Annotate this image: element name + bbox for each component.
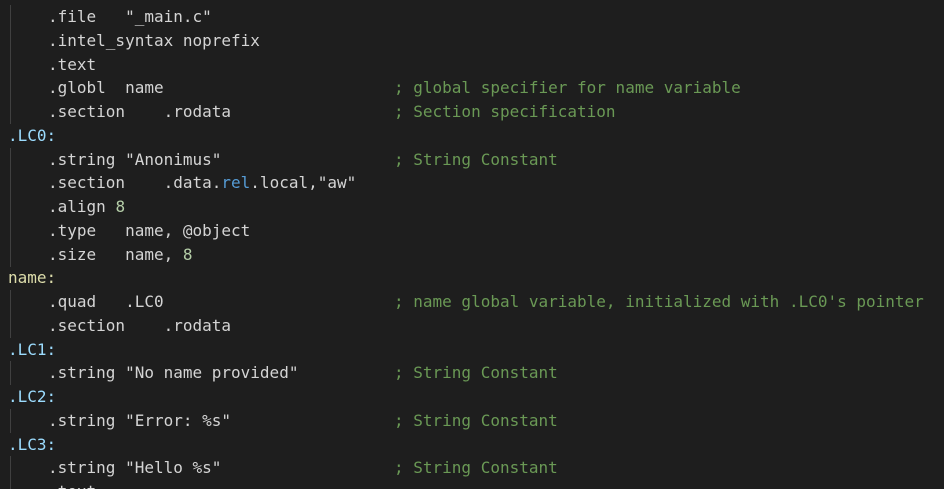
code-comment: ; String Constant <box>394 150 558 169</box>
code-line[interactable]: .type name, @object <box>0 219 944 243</box>
code-comment: ; String Constant <box>394 411 558 430</box>
code-token: .align <box>48 197 116 216</box>
indent-guide <box>10 409 11 433</box>
code-comment: ; String Constant <box>394 458 558 477</box>
code-comment: ; String Constant <box>394 363 558 382</box>
code-line[interactable]: .string "Anonimus" ; String Constant <box>0 148 944 172</box>
code-text: .quad .LC0 <box>48 292 164 311</box>
code-token-number: 8 <box>182 245 193 264</box>
code-text: .section .rodata <box>48 102 232 121</box>
indent-guide <box>10 314 11 338</box>
indent-guide <box>10 480 11 489</box>
code-text: .intel_syntax noprefix <box>48 31 260 50</box>
code-line[interactable]: .LC0: <box>0 124 944 148</box>
code-comment: ; name global variable, initialized with… <box>394 292 924 311</box>
code-line[interactable]: .string "Error: %s" ; String Constant <box>0 409 944 433</box>
indent-guide <box>10 171 11 195</box>
asm-label: .LC1: <box>8 340 57 359</box>
code-text: .string "Error: %s" <box>48 411 232 430</box>
code-text: .globl name <box>48 78 164 97</box>
code-line[interactable]: .size name, 8 <box>0 243 944 267</box>
code-comment: ; global specifier for name variable <box>394 78 741 97</box>
indent-guide <box>10 290 11 314</box>
code-line[interactable]: .globl name ; global specifier for name … <box>0 76 944 100</box>
code-line[interactable]: .LC2: <box>0 385 944 409</box>
code-text: .file "_main.c" <box>48 7 212 26</box>
asm-label: .LC2: <box>8 387 57 406</box>
indent-guide <box>10 456 11 480</box>
code-line[interactable]: .quad .LC0 ; name global variable, initi… <box>0 290 944 314</box>
code-text: .string "Hello %s" <box>48 458 222 477</box>
code-text: .type name, @object <box>48 221 251 240</box>
code-line[interactable]: .align 8 <box>0 195 944 219</box>
code-token-keyword: rel <box>221 173 251 192</box>
code-line[interactable]: .section .rodata ; Section specification <box>0 100 944 124</box>
indent-guide <box>10 76 11 100</box>
code-editor[interactable]: .file "_main.c" .intel_syntax noprefix .… <box>0 0 944 489</box>
code-text: .align 8 <box>48 195 125 219</box>
indent-guide <box>10 219 11 243</box>
code-text: .section .rodata <box>48 316 232 335</box>
code-token: .section .data. <box>48 173 222 192</box>
code-line[interactable]: name: <box>0 266 944 290</box>
code-line[interactable]: .text <box>0 480 944 489</box>
code-line[interactable]: .LC3: <box>0 433 944 457</box>
code-line[interactable]: .section .rodata <box>0 314 944 338</box>
indent-guide <box>10 5 11 29</box>
code-text: .text <box>48 55 97 74</box>
code-line[interactable]: .section .data.rel.local,"aw" <box>0 171 944 195</box>
indent-guide <box>10 361 11 385</box>
indent-guide <box>10 243 11 267</box>
asm-label: name: <box>8 268 57 287</box>
code-line[interactable]: .file "_main.c" <box>0 5 944 29</box>
code-text: .string "No name provided" <box>48 363 299 382</box>
code-token: .local,"aw" <box>250 173 357 192</box>
code-line[interactable]: .intel_syntax noprefix <box>0 29 944 53</box>
code-comment: ; Section specification <box>394 102 616 121</box>
code-token-number: 8 <box>115 197 126 216</box>
indent-guide <box>10 29 11 53</box>
code-line[interactable]: .string "No name provided" ; String Cons… <box>0 361 944 385</box>
code-text: .text <box>48 480 96 489</box>
code-line[interactable]: .text <box>0 53 944 77</box>
indent-guide <box>10 100 11 124</box>
indent-guide <box>10 148 11 172</box>
code-line[interactable]: .string "Hello %s" ; String Constant <box>0 456 944 480</box>
indent-guide <box>10 53 11 77</box>
asm-label: .LC3: <box>8 435 57 454</box>
code-text: .section .data.rel.local,"aw" <box>48 171 356 195</box>
code-text: .size name, 8 <box>48 243 193 267</box>
asm-label: .LC0: <box>8 126 57 145</box>
code-token: .size name, <box>48 245 183 264</box>
code-text: .string "Anonimus" <box>48 150 222 169</box>
code-line[interactable]: .LC1: <box>0 338 944 362</box>
indent-guide <box>10 195 11 219</box>
